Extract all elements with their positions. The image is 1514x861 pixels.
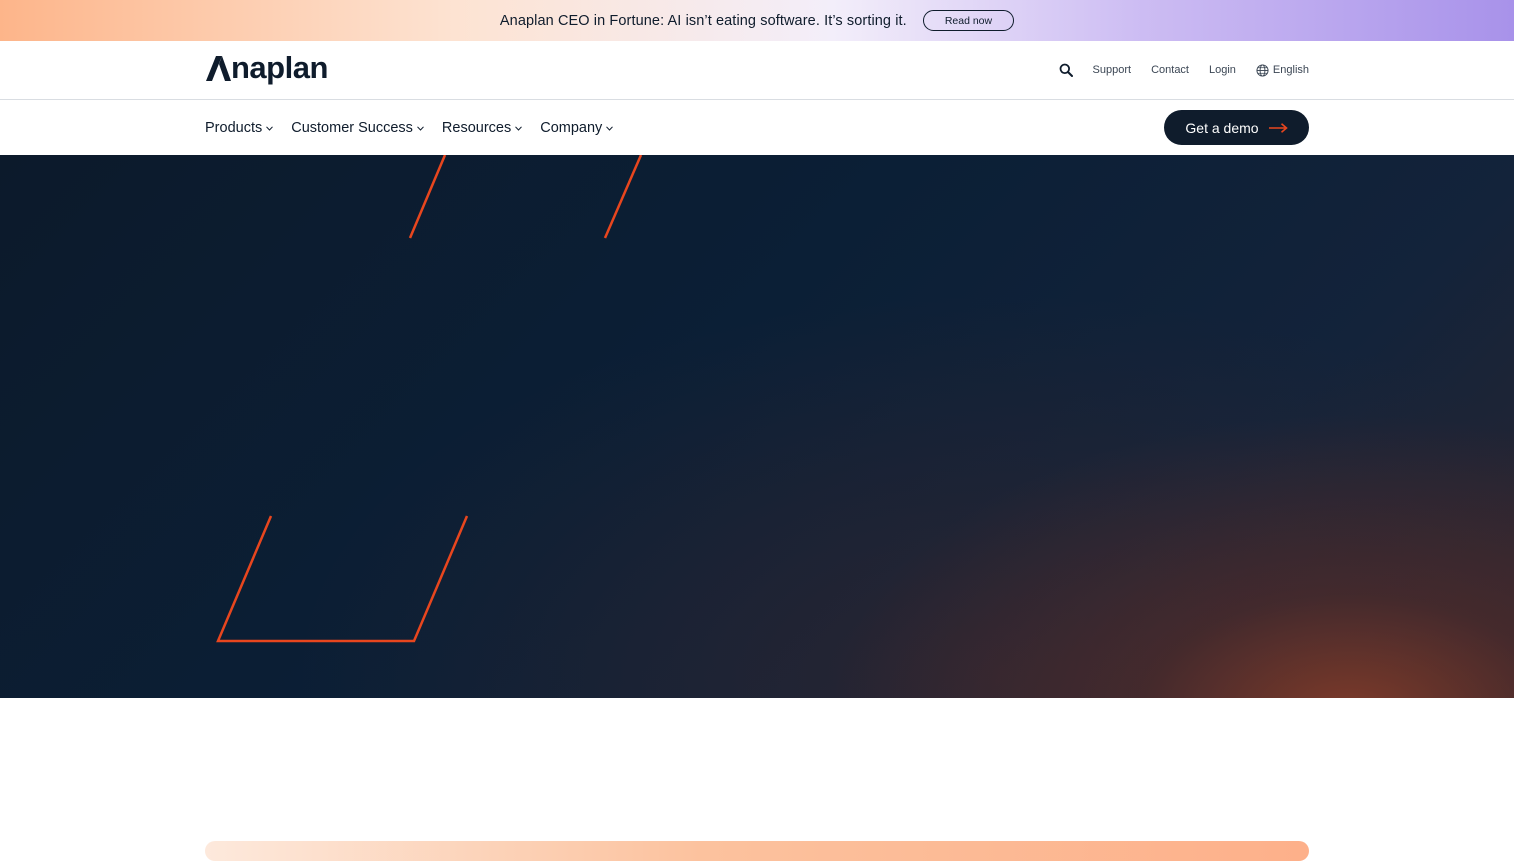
hero-banner xyxy=(0,155,1514,698)
read-now-button[interactable]: Read now xyxy=(922,10,1015,31)
language-selector[interactable]: English xyxy=(1256,63,1309,77)
utility-header: naplan Support Contact Login English xyxy=(0,41,1514,100)
support-link[interactable]: Support xyxy=(1093,64,1132,76)
get-demo-button[interactable]: Get a demo xyxy=(1164,110,1309,145)
nav-products-label: Products xyxy=(205,119,263,136)
login-link[interactable]: Login xyxy=(1209,64,1236,76)
hero-graphic-lines xyxy=(216,155,643,643)
nav-company-label: Company xyxy=(540,119,603,136)
announcement-text: Anaplan CEO in Fortune: AI isn’t eating … xyxy=(499,12,907,29)
arrow-right-icon xyxy=(1268,122,1288,133)
chevron-down-icon xyxy=(417,125,424,131)
nav-customer-success-label: Customer Success xyxy=(291,119,413,136)
nav-resources-label: Resources xyxy=(441,119,512,136)
promo-band xyxy=(205,841,1309,861)
utility-links: Support Contact Login English xyxy=(1059,61,1309,79)
globe-icon xyxy=(1256,63,1269,77)
nav-customer-success[interactable]: Customer Success xyxy=(291,120,424,136)
anaplan-logo[interactable]: naplan xyxy=(205,52,328,84)
nav-company[interactable]: Company xyxy=(540,119,614,136)
accent-bracket xyxy=(216,515,469,643)
chevron-down-icon xyxy=(515,125,523,131)
nav-resources[interactable]: Resources xyxy=(441,119,523,136)
nav-products[interactable]: Products xyxy=(205,119,274,136)
main-navigation: Products Customer Success Resources Comp… xyxy=(0,100,1514,155)
accent-line-right xyxy=(603,155,643,239)
contact-link[interactable]: Contact xyxy=(1151,64,1189,76)
chevron-down-icon xyxy=(606,125,614,131)
logo-mark-icon xyxy=(206,55,231,81)
chevron-down-icon xyxy=(266,125,274,131)
announcement-bar: Anaplan CEO in Fortune: AI isn’t eating … xyxy=(0,0,1514,41)
logo-text: naplan xyxy=(231,50,328,85)
search-icon[interactable] xyxy=(1059,63,1073,77)
language-label: English xyxy=(1272,64,1309,76)
accent-line-left xyxy=(408,155,447,239)
get-demo-label: Get a demo xyxy=(1185,119,1259,136)
